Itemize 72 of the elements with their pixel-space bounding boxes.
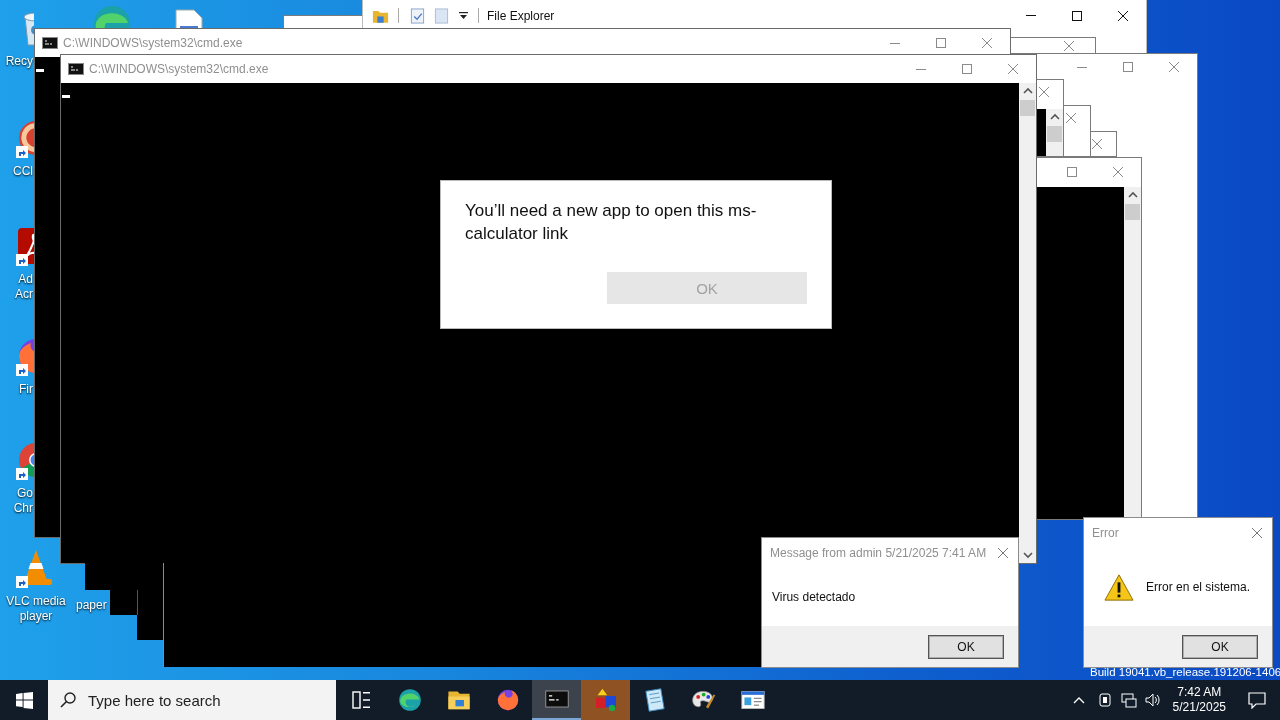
notebook-icon xyxy=(642,688,667,712)
close-icon xyxy=(1092,139,1102,149)
maximize-icon xyxy=(1123,62,1133,72)
caret-icon[interactable] xyxy=(459,12,468,19)
scrollbar-thumb[interactable] xyxy=(1047,126,1062,142)
search-field[interactable]: Type here to search xyxy=(88,691,318,709)
shapes-icon xyxy=(593,688,618,712)
scrollbar-thumb[interactable] xyxy=(1125,204,1140,220)
search-box[interactable]: Type here to search xyxy=(48,680,336,720)
dialog-title: Message from admin 5/21/2025 7:41 AM xyxy=(770,546,987,560)
search-icon xyxy=(60,692,76,708)
message-icon xyxy=(1248,691,1266,709)
dialog-title: Error xyxy=(1092,526,1119,540)
scrollbar[interactable] xyxy=(1124,187,1141,519)
scroll-down-icon[interactable] xyxy=(1022,551,1033,559)
close-icon xyxy=(998,548,1008,558)
browser-icon xyxy=(495,688,520,712)
dialog-message: You’ll need a new app to open this ms-calculator link xyxy=(465,200,758,245)
close-icon xyxy=(1118,10,1128,21)
minimize-icon xyxy=(890,42,900,44)
ok-button[interactable]: OK xyxy=(929,635,1003,658)
ok-button[interactable]: OK xyxy=(1183,635,1257,658)
speaker-icon[interactable] xyxy=(1144,692,1161,708)
clock[interactable]: 7:42 AM 5/21/2025 xyxy=(1164,685,1234,715)
icon-label[interactable]: CCl xyxy=(13,164,33,179)
windows-logo-icon xyxy=(15,691,33,709)
scrollbar[interactable] xyxy=(1046,109,1063,156)
dialog-message: Error en el sistema. xyxy=(1146,580,1251,594)
scrollbar[interactable] xyxy=(1019,83,1036,563)
window-title: File Explorer xyxy=(487,8,555,23)
dialog-message: Virus detectado xyxy=(772,590,856,604)
terminal-icon xyxy=(42,37,58,49)
scroll-up-icon[interactable] xyxy=(1022,87,1033,95)
scroll-up-icon[interactable] xyxy=(1049,113,1060,121)
maximize-icon xyxy=(936,38,946,48)
browser-icon xyxy=(397,688,422,712)
window-title: C:\WINDOWS\system32\cmd.exe xyxy=(89,62,269,76)
icon-label[interactable]: Recy xyxy=(5,54,33,69)
scroll-up-icon[interactable] xyxy=(1127,191,1138,199)
network-icon[interactable] xyxy=(1120,692,1137,708)
window-title: C:\WINDOWS\system32\cmd.exe xyxy=(63,36,243,50)
close-icon xyxy=(1113,167,1123,177)
app-icon[interactable] xyxy=(16,226,34,266)
minimize-icon xyxy=(1077,66,1087,68)
close-icon xyxy=(1064,40,1074,51)
close-icon xyxy=(1252,528,1262,538)
maximize-icon xyxy=(1072,10,1082,21)
minimize-icon xyxy=(916,68,926,70)
close-icon xyxy=(982,38,992,48)
taskbar-button[interactable] xyxy=(532,680,581,720)
close-icon xyxy=(1169,62,1179,72)
maximize-icon xyxy=(1067,167,1077,177)
chevron-up-icon[interactable] xyxy=(1072,695,1085,705)
terminal-icon xyxy=(68,63,84,75)
window-icon xyxy=(740,688,765,712)
device-icon[interactable] xyxy=(1096,692,1113,708)
maximize-icon xyxy=(962,64,972,74)
icon-label[interactable]: Ad Acr xyxy=(5,272,33,302)
warning-icon xyxy=(1104,572,1134,602)
terminal-icon xyxy=(544,687,569,711)
scrollbar-thumb[interactable] xyxy=(1020,100,1035,116)
icon-label[interactable]: Go Chr xyxy=(5,486,33,516)
close-icon xyxy=(1066,113,1076,123)
properties-icon[interactable] xyxy=(409,7,426,24)
build-watermark-text: Build 19041.vb_release.191206-1406 xyxy=(1090,665,1280,679)
close-icon xyxy=(1008,64,1018,74)
task-view-icon xyxy=(351,691,370,709)
icon-label[interactable]: Fir xyxy=(19,382,33,397)
icon-label[interactable]: VLC media player xyxy=(4,594,68,624)
minimize-icon xyxy=(1026,15,1036,16)
close-icon xyxy=(1039,87,1049,97)
icon-label[interactable]: paper xyxy=(76,598,107,613)
